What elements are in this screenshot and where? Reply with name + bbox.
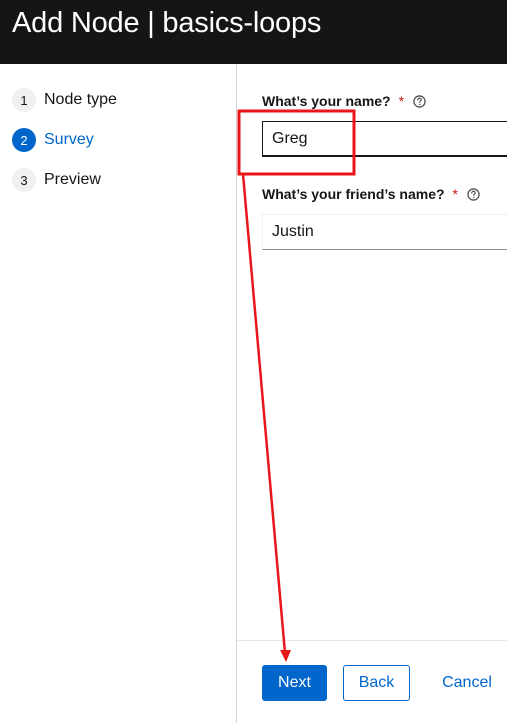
- step-label: Survey: [44, 131, 94, 148]
- required-marker: *: [452, 186, 458, 202]
- cancel-button[interactable]: Cancel: [432, 665, 502, 701]
- step-number: 3: [12, 168, 36, 192]
- step-number: 1: [12, 88, 36, 112]
- wizard-step-node-type[interactable]: 1 Node type: [12, 88, 117, 112]
- page-title: Add Node | basics-loops: [12, 7, 322, 39]
- friend-name-input[interactable]: [262, 214, 507, 250]
- name-label-text: What’s your name?: [262, 93, 391, 109]
- step-number: 2: [12, 128, 36, 152]
- step-label: Preview: [44, 171, 101, 188]
- name-input[interactable]: [262, 121, 507, 157]
- wizard-nav: 1 Node type 2 Survey 3 Preview: [0, 64, 236, 723]
- survey-form: What’s your name? * What’s your friend’s…: [237, 64, 507, 723]
- name-field-label: What’s your name? *: [262, 93, 426, 109]
- footer-divider: [237, 640, 507, 641]
- required-marker: *: [398, 93, 405, 109]
- friend-field-label: What’s your friend’s name? *: [262, 186, 480, 202]
- question-circle-icon[interactable]: [467, 187, 480, 201]
- page-header: Add Node | basics-loops: [0, 0, 507, 64]
- step-label: Node type: [44, 91, 117, 108]
- question-circle-icon[interactable]: [413, 94, 426, 108]
- back-button[interactable]: Back: [343, 665, 410, 701]
- next-button[interactable]: Next: [262, 665, 327, 701]
- wizard-step-preview[interactable]: 3 Preview: [12, 168, 101, 192]
- friend-label-text: What’s your friend’s name?: [262, 186, 445, 202]
- wizard-step-survey[interactable]: 2 Survey: [12, 128, 94, 152]
